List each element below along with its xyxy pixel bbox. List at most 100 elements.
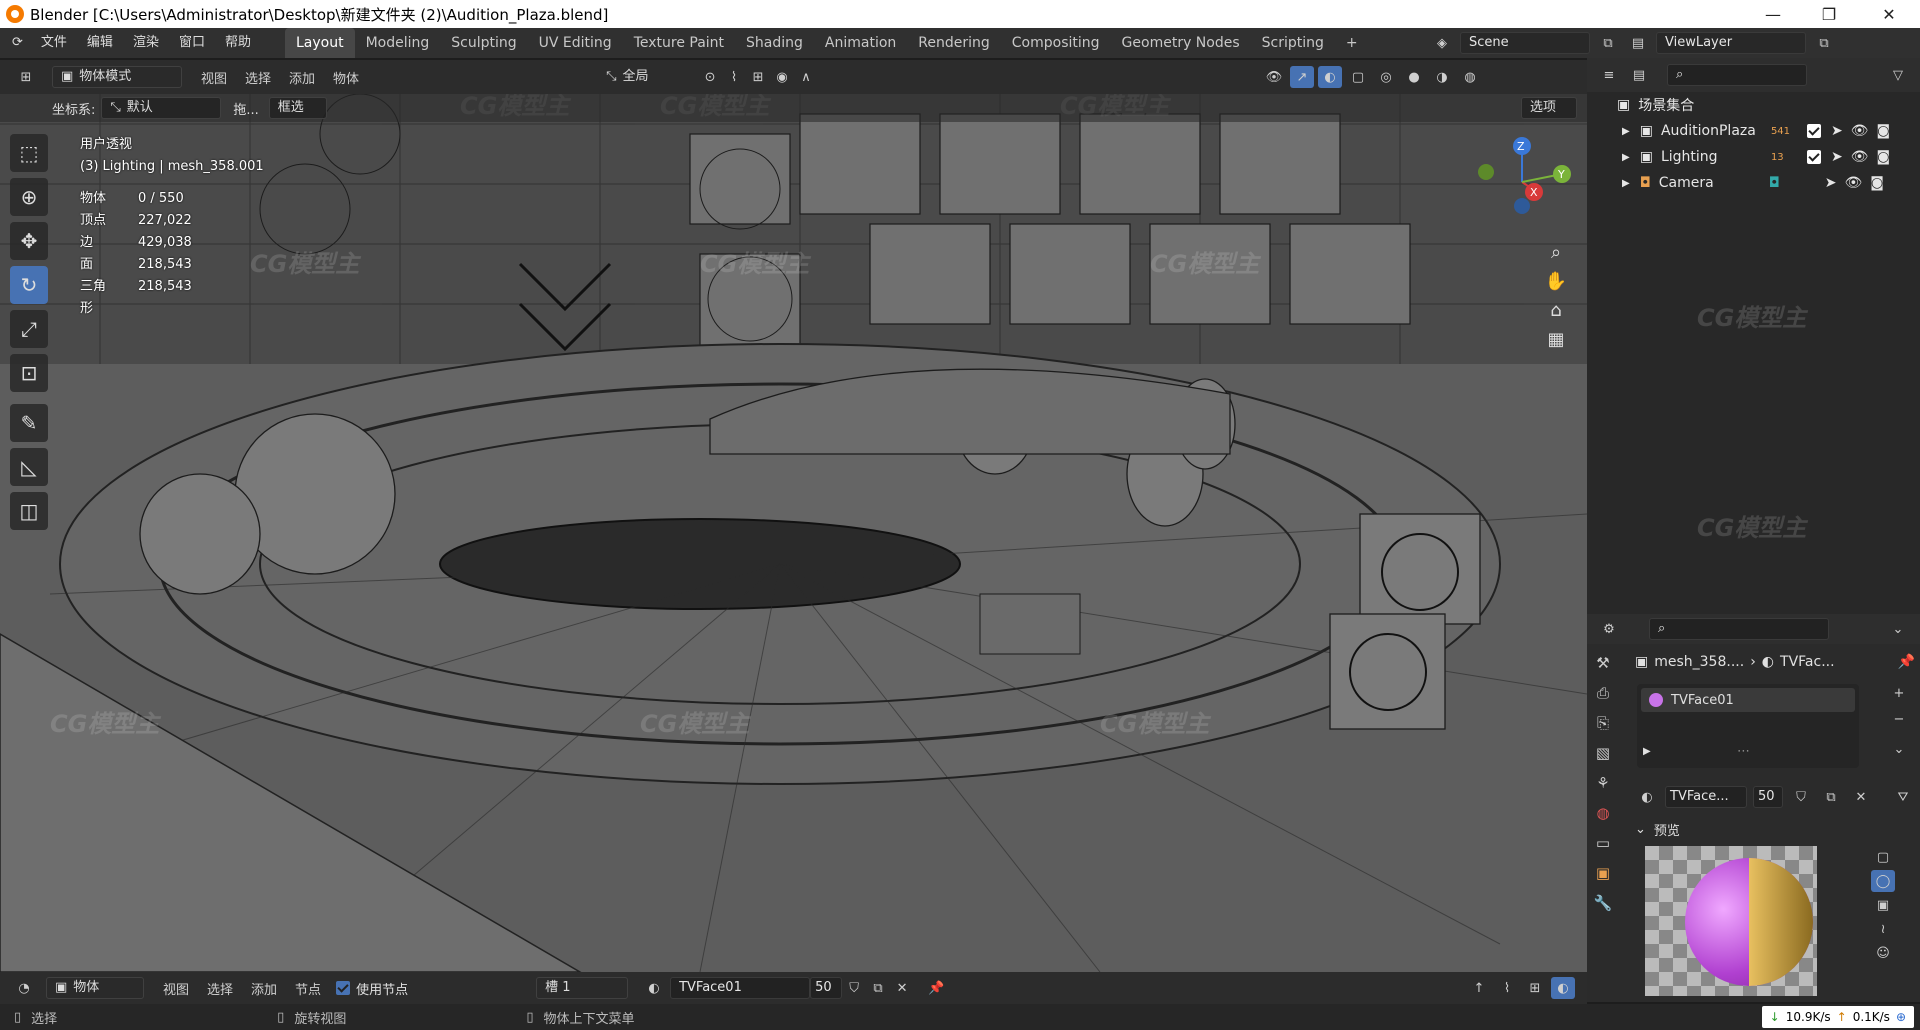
outliner-item-camera[interactable]: ▶ ◘ Camera ◘ ➤ 👁 ◙ [1587, 170, 1920, 196]
menu-select[interactable]: 选择 [236, 68, 280, 87]
snap-mode-icon[interactable]: ⊞ [1523, 977, 1547, 999]
outliner-editor-icon[interactable]: ≡ [1597, 64, 1621, 86]
link-dropdown-icon[interactable]: ⛛ [1891, 786, 1915, 808]
fake-user-icon[interactable]: ⛉ [842, 977, 866, 999]
material-name-field[interactable]: TVFace... [1665, 786, 1747, 808]
exclude-checkbox[interactable] [1806, 150, 1821, 164]
3d-viewport[interactable]: CG模型主 CG模型主 CG模型主 CG模型主 CG模型主 CG模型主 CG模型… [0, 94, 1587, 972]
visibility-icon[interactable]: 👁 [1262, 66, 1286, 88]
wireframe-shading-icon[interactable]: ◎ [1374, 66, 1398, 88]
pan-hand-icon[interactable]: ✋ [1545, 271, 1567, 292]
outliner-item-lighting[interactable]: ▶ ▣ Lighting 13 ➤ 👁 ◙ [1587, 144, 1920, 170]
eye-icon[interactable]: 👁 [1851, 123, 1869, 139]
fake-user-icon[interactable]: ⛉ [1789, 786, 1813, 808]
menu-add[interactable]: 添加 [280, 68, 324, 87]
move-tool-icon[interactable]: ✥ [10, 222, 48, 260]
world-tab-icon[interactable]: ◍ [1589, 798, 1617, 828]
render-tab-icon[interactable]: ⎙ [1589, 678, 1617, 708]
annotate-tool-icon[interactable]: ✎ [10, 404, 48, 442]
camera-render-icon[interactable]: ◙ [1870, 175, 1884, 191]
parent-node-icon[interactable]: ↑ [1467, 977, 1491, 999]
preview-panel-header[interactable]: ⌄ 预览 [1635, 818, 1915, 840]
rendered-shading-icon[interactable]: ◍ [1458, 66, 1482, 88]
expand-arrow-icon[interactable]: ▶ [1622, 178, 1630, 189]
use-nodes-checkbox[interactable] [336, 981, 351, 995]
measure-tool-icon[interactable]: ◺ [10, 448, 48, 486]
add-slot-button[interactable]: + [1887, 682, 1911, 704]
properties-search-input[interactable]: ⌕ [1649, 618, 1829, 640]
output-tab-icon[interactable]: ⎘ [1589, 708, 1617, 738]
gizmo-toggle-icon[interactable]: ↗ [1290, 66, 1314, 88]
zoom-icon[interactable]: ⌕ [1551, 242, 1561, 263]
camera-render-icon[interactable]: ◙ [1876, 149, 1890, 165]
mode-dropdown[interactable]: ▣ 物体模式 [52, 66, 182, 88]
unlink-material-icon[interactable]: ✕ [1849, 786, 1873, 808]
browse-material-icon[interactable]: ◐ [1635, 786, 1659, 808]
add-workspace-button[interactable]: + [1335, 28, 1369, 58]
menu-view[interactable]: 视图 [154, 979, 198, 998]
editor-type-icon[interactable]: ⊞ [14, 66, 38, 88]
menu-help[interactable]: 帮助 [215, 28, 261, 58]
duplicate-material-icon[interactable]: ⧉ [866, 977, 890, 999]
collection-tab-icon[interactable]: ▭ [1589, 828, 1617, 858]
proportional-edit-icon[interactable]: ◉ [770, 66, 794, 88]
preview-hair-icon[interactable]: ≀ [1871, 918, 1895, 940]
pin-icon[interactable]: 📌 [924, 977, 948, 999]
material-slot-row[interactable]: TVFace01 [1641, 688, 1855, 712]
slot-specials-icon[interactable]: ⌄ [1887, 738, 1911, 760]
preview-monkey-icon[interactable]: ☺ [1871, 942, 1895, 964]
snap-target-icon[interactable]: ⊞ [746, 66, 770, 88]
camera-view-icon[interactable]: ⌂ [1550, 300, 1561, 321]
tab-scripting[interactable]: Scripting [1251, 28, 1335, 58]
tab-modeling[interactable]: Modeling [355, 28, 441, 58]
properties-options-icon[interactable]: ⌄ [1886, 618, 1910, 640]
options-dropdown[interactable]: 选项 [1521, 97, 1577, 119]
pivot-icon[interactable]: ⊙ [698, 66, 722, 88]
editor-mode-dropdown[interactable]: ▣ 物体 [46, 977, 144, 999]
resize-handle-icon[interactable]: ⋯ [1737, 744, 1750, 759]
maximize-button[interactable]: ❐ [1806, 0, 1852, 28]
outliner-search-input[interactable]: ⌕ [1667, 64, 1807, 86]
add-cube-tool-icon[interactable]: ◫ [10, 492, 48, 530]
preview-sphere-icon[interactable]: ◯ [1871, 870, 1895, 892]
scene-collection-row[interactable]: ▣ 场景集合 [1587, 92, 1920, 118]
bottom-users-count[interactable]: 50 [810, 977, 843, 999]
tab-layout[interactable]: Layout [284, 28, 355, 58]
scale-tool-icon[interactable]: ⤢ [10, 310, 48, 348]
camera-render-icon[interactable]: ◙ [1876, 123, 1890, 139]
filter-icon[interactable]: ▽ [1886, 64, 1910, 86]
menu-view[interactable]: 视图 [192, 68, 236, 87]
pin-icon[interactable]: 📌 [1898, 654, 1915, 670]
snap-icon[interactable]: ⌇ [722, 66, 746, 88]
bottom-material-field[interactable]: TVFace01 [670, 977, 811, 999]
menu-file[interactable]: 文件 [31, 28, 77, 58]
tab-sculpting[interactable]: Sculpting [440, 28, 527, 58]
rotate-tool-icon[interactable]: ↻ [10, 266, 48, 304]
eye-icon[interactable]: 👁 [1851, 149, 1869, 165]
tab-shading[interactable]: Shading [735, 28, 814, 58]
new-viewlayer-icon[interactable]: ⧉ [1812, 32, 1836, 54]
viewlayer-field[interactable]: ViewLayer [1656, 32, 1806, 54]
view-layer-tab-icon[interactable]: ▧ [1589, 738, 1617, 768]
slot-dropdown[interactable]: 槽 1 [536, 977, 629, 999]
menu-node[interactable]: 节点 [286, 979, 330, 998]
coord-dropdown[interactable]: ⤡ 默认 [101, 97, 222, 119]
cursor-tool-icon[interactable]: ⊕ [10, 178, 48, 216]
browse-material-icon[interactable]: ◐ [642, 977, 666, 999]
select-arrow-icon[interactable]: ➤ [1831, 149, 1843, 165]
exclude-checkbox[interactable] [1806, 124, 1821, 138]
object-tab-icon[interactable]: ▣ [1589, 858, 1617, 888]
menu-render[interactable]: 渲染 [123, 28, 169, 58]
expand-arrow-icon[interactable]: ▶ [1622, 152, 1630, 163]
viewlayer-icon[interactable]: ▤ [1626, 32, 1650, 54]
remove-slot-button[interactable]: − [1887, 708, 1911, 730]
tab-compositing[interactable]: Compositing [1001, 28, 1111, 58]
menu-select[interactable]: 选择 [198, 979, 242, 998]
select-mode-dropdown[interactable]: 框选 [268, 97, 327, 119]
expand-arrow-icon[interactable]: ▶ [1643, 746, 1651, 757]
transform-orientation-dropdown[interactable]: ⤡ 全局 [598, 66, 698, 88]
scene-field[interactable]: Scene [1460, 32, 1590, 54]
material-users-count[interactable]: 50 [1753, 786, 1783, 808]
xray-icon[interactable]: ▢ [1346, 66, 1370, 88]
editor-type-icon[interactable]: ◔ [12, 977, 36, 999]
